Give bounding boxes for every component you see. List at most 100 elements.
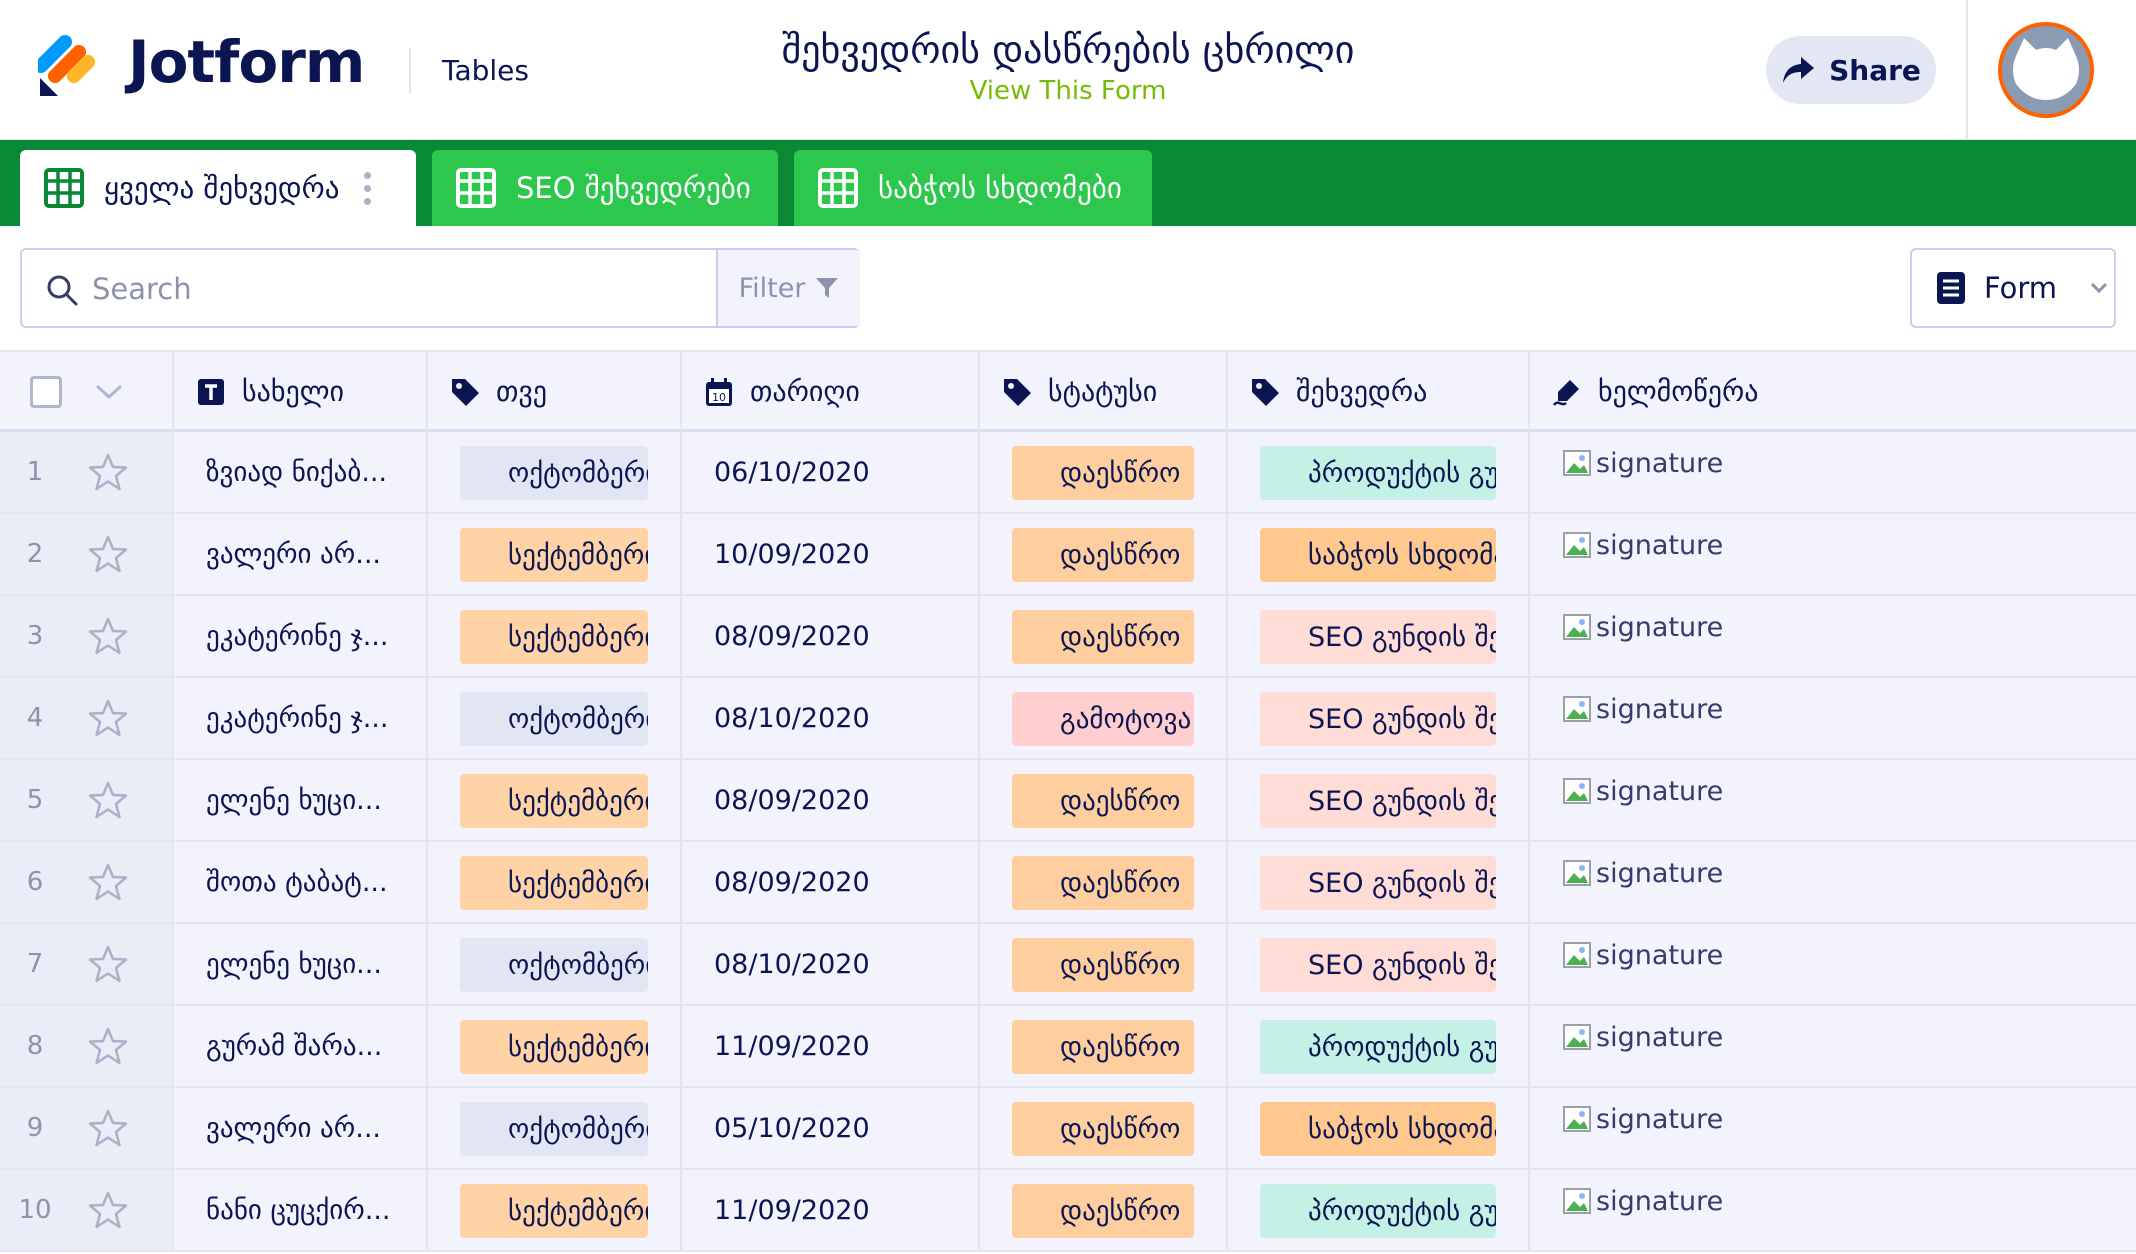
cell-signature[interactable]: signature (1530, 514, 2136, 594)
table-row[interactable]: 8 გურამ შარა... სექტემბერი 11/09/2020 დაესწრ… (0, 1006, 2136, 1088)
cell-month[interactable]: სექტემბერი (428, 842, 682, 922)
tab-seo-meetings[interactable]: SEO შეხვედრები (432, 150, 778, 226)
cell-month[interactable]: სექტემბერი (428, 1170, 682, 1250)
cell-meeting[interactable]: პროდუქტის გუნდის შეხვედრა (1228, 432, 1530, 512)
cell-signature[interactable]: signature (1530, 678, 2136, 758)
cell-date[interactable]: 06/10/2020 (682, 432, 980, 512)
column-header-month[interactable]: თვე (428, 352, 682, 431)
chevron-down-icon[interactable] (94, 382, 124, 402)
cell-month[interactable]: ოქტომბერი (428, 924, 682, 1004)
table-row[interactable]: 10 ნანი ცუცქირ... სექტემბერი 11/09/2020 დაეს… (0, 1170, 2136, 1252)
cell-name[interactable]: შოთა ტაბატ... (174, 842, 428, 922)
star-icon[interactable] (88, 944, 128, 984)
cell-status[interactable]: დაესწრო (980, 924, 1228, 1004)
column-header-name[interactable]: სახელი (174, 352, 428, 431)
signature-image[interactable]: signature (1562, 774, 1723, 808)
cell-date[interactable]: 05/10/2020 (682, 1088, 980, 1168)
cell-month[interactable]: ოქტომბერი (428, 678, 682, 758)
cell-name[interactable]: გურამ შარა... (174, 1006, 428, 1086)
star-icon[interactable] (88, 862, 128, 902)
signature-image[interactable]: signature (1562, 1102, 1723, 1136)
signature-image[interactable]: signature (1562, 446, 1723, 480)
cell-meeting[interactable]: SEO გუნდის შეხვედრა (1228, 596, 1530, 676)
column-header-signature[interactable]: ხელმოწერა (1530, 352, 2136, 431)
cell-date[interactable]: 08/09/2020 (682, 842, 980, 922)
cell-signature[interactable]: signature (1530, 1006, 2136, 1086)
cell-date[interactable]: 08/09/2020 (682, 760, 980, 840)
table-row[interactable]: 3 ეკატერინე ჯ... სექტემბერი 08/09/2020 დაესწ… (0, 596, 2136, 678)
cell-month[interactable]: სექტემბერი (428, 1006, 682, 1086)
brand-name[interactable]: Jotform (128, 28, 365, 96)
cell-status[interactable]: დაესწრო (980, 596, 1228, 676)
cell-name[interactable]: ზვიად ნიქაბ... (174, 432, 428, 512)
star-icon[interactable] (88, 616, 128, 656)
avatar[interactable] (1998, 22, 2094, 118)
cell-status[interactable]: დაესწრო (980, 1006, 1228, 1086)
signature-image[interactable]: signature (1562, 692, 1723, 726)
cell-month[interactable]: სექტემბერი (428, 760, 682, 840)
cell-signature[interactable]: signature (1530, 1088, 2136, 1168)
cell-name[interactable]: ეკატერინე ჯ... (174, 678, 428, 758)
table-row[interactable]: 9 ვალერი არ... ოქტომბერი 05/10/2020 დაესწრო ს… (0, 1088, 2136, 1170)
cell-signature[interactable]: signature (1530, 924, 2136, 1004)
tab-board-meetings[interactable]: საბჭოს სხდომები (794, 150, 1152, 226)
star-icon[interactable] (88, 534, 128, 574)
cell-meeting[interactable]: საბჭოს სხდომა (1228, 1088, 1530, 1168)
cell-date[interactable]: 08/10/2020 (682, 924, 980, 1004)
table-row[interactable]: 1 ზვიად ნიქაბ... ოქტომბერი 06/10/2020 დაესწრ… (0, 432, 2136, 514)
cell-status[interactable]: დაესწრო (980, 1088, 1228, 1168)
table-row[interactable]: 6 შოთა ტაბატ... სექტემბერი 08/09/2020 დაესწრ… (0, 842, 2136, 924)
cell-status[interactable]: გამოტოვა (980, 678, 1228, 758)
star-icon[interactable] (88, 1108, 128, 1148)
cell-status[interactable]: დაესწრო (980, 760, 1228, 840)
cell-signature[interactable]: signature (1530, 842, 2136, 922)
signature-image[interactable]: signature (1562, 1184, 1723, 1218)
cell-status[interactable]: დაესწრო (980, 1170, 1228, 1250)
tab-all-meetings[interactable]: ყველა შეხვედრა (20, 150, 416, 226)
cell-status[interactable]: დაესწრო (980, 842, 1228, 922)
section-label[interactable]: Tables (442, 54, 529, 87)
cell-date[interactable]: 08/10/2020 (682, 678, 980, 758)
tab-more-icon[interactable] (364, 172, 372, 206)
signature-image[interactable]: signature (1562, 528, 1723, 562)
column-header-date[interactable]: 10 თარიღი (682, 352, 980, 431)
cell-status[interactable]: დაესწრო (980, 514, 1228, 594)
signature-image[interactable]: signature (1562, 1020, 1723, 1054)
signature-image[interactable]: signature (1562, 856, 1723, 890)
cell-month[interactable]: სექტემბერი (428, 596, 682, 676)
cell-meeting[interactable]: SEO გუნდის შეხვედრა (1228, 678, 1530, 758)
table-row[interactable]: 7 ელენე ხუცი... ოქტომბერი 08/10/2020 დაესწრო… (0, 924, 2136, 1006)
cell-status[interactable]: დაესწრო (980, 432, 1228, 512)
cell-name[interactable]: ნანი ცუცქირ... (174, 1170, 428, 1250)
signature-image[interactable]: signature (1562, 610, 1723, 644)
cell-meeting[interactable]: საბჭოს სხდომა (1228, 514, 1530, 594)
cell-meeting[interactable]: SEO გუნდის შეხვედრა (1228, 842, 1530, 922)
star-icon[interactable] (88, 780, 128, 820)
table-row[interactable]: 2 ვალერი არ... სექტემბერი 10/09/2020 დაესწრო… (0, 514, 2136, 596)
cell-signature[interactable]: signature (1530, 760, 2136, 840)
cell-meeting[interactable]: SEO გუნდის შეხვედრა (1228, 924, 1530, 1004)
column-header-status[interactable]: სტატუსი (980, 352, 1228, 431)
view-form-link[interactable]: View This Form (700, 76, 1436, 106)
cell-name[interactable]: ვალერი არ... (174, 514, 428, 594)
cell-signature[interactable]: signature (1530, 432, 2136, 512)
jotform-logo-icon[interactable] (38, 34, 102, 98)
cell-name[interactable]: ელენე ხუცი... (174, 924, 428, 1004)
view-switch-button[interactable]: Form (1910, 248, 2116, 328)
cell-signature[interactable]: signature (1530, 596, 2136, 676)
star-icon[interactable] (88, 1026, 128, 1066)
cell-name[interactable]: ელენე ხუცი... (174, 760, 428, 840)
cell-meeting[interactable]: პროდუქტის გუნდის შეხვედრა (1228, 1170, 1530, 1250)
signature-image[interactable]: signature (1562, 938, 1723, 972)
cell-date[interactable]: 08/09/2020 (682, 596, 980, 676)
cell-meeting[interactable]: SEO გუნდის შეხვედრა (1228, 760, 1530, 840)
cell-month[interactable]: ოქტომბერი (428, 1088, 682, 1168)
cell-month[interactable]: სექტემბერი (428, 514, 682, 594)
cell-date[interactable]: 11/09/2020 (682, 1006, 980, 1086)
cell-date[interactable]: 10/09/2020 (682, 514, 980, 594)
cell-meeting[interactable]: პროდუქტის გუნდის შეხვედრა (1228, 1006, 1530, 1086)
search-input[interactable] (92, 260, 712, 318)
cell-name[interactable]: ვალერი არ... (174, 1088, 428, 1168)
star-icon[interactable] (88, 1190, 128, 1230)
cell-name[interactable]: ეკატერინე ჯ... (174, 596, 428, 676)
